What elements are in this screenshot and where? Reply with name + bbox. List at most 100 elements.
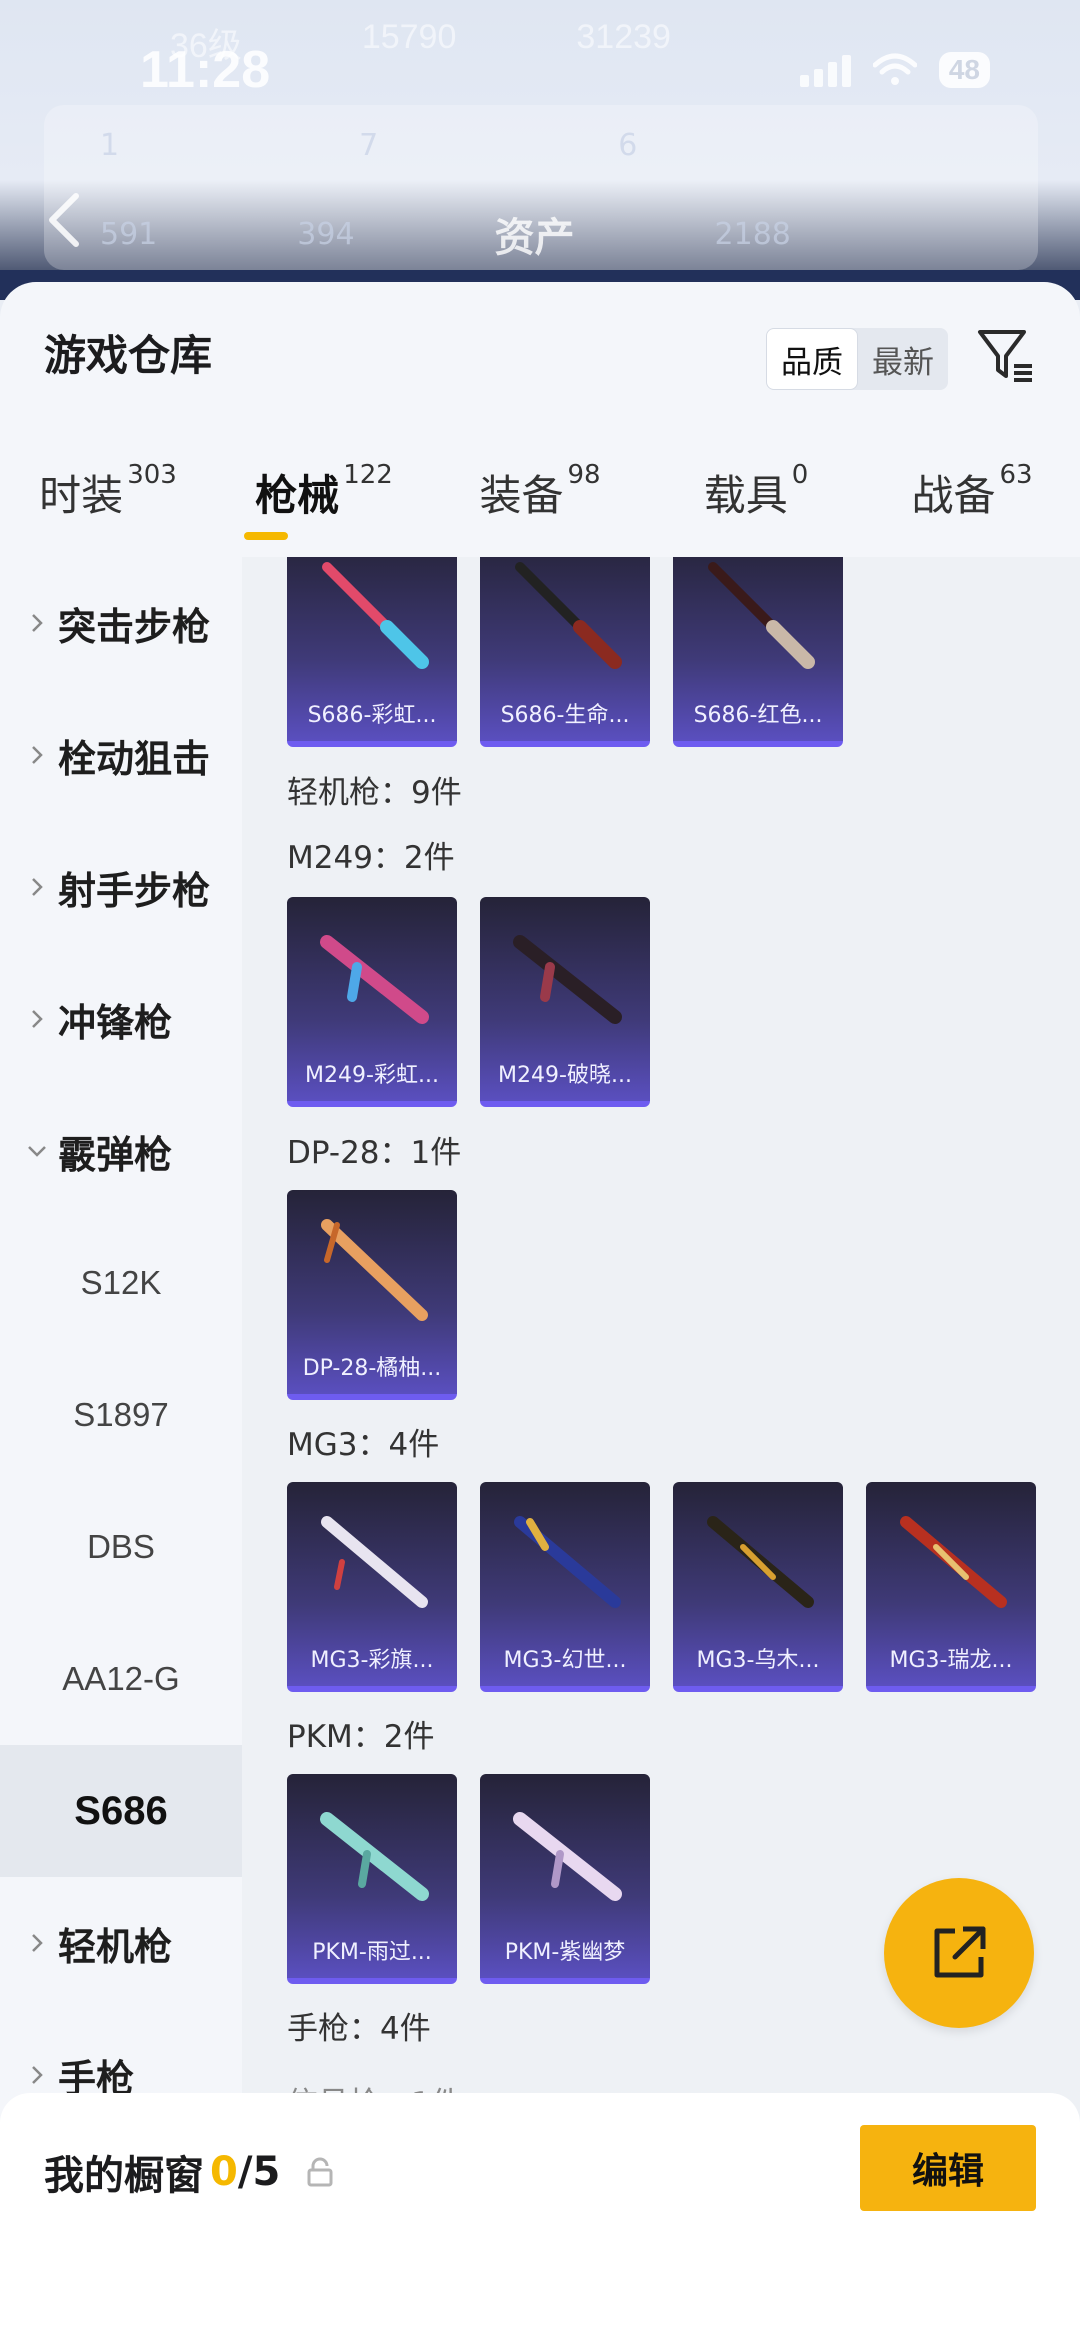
lmg-icon [320, 1812, 429, 1901]
chevron-right-icon [32, 614, 43, 632]
showcase-total: /5 [237, 2149, 281, 2195]
showcase-count: 0 [210, 2149, 238, 2195]
edit-button[interactable]: 编辑 [860, 2125, 1036, 2211]
sidebar-sub-s12k[interactable]: S12K [0, 1217, 242, 1349]
item-card[interactable]: PKM-雨过... [287, 1774, 457, 1984]
item-card[interactable]: DP-28-橘柚... [287, 1190, 457, 1400]
warehouse-sheet: 游戏仓库 品质 最新 时装 303 枪械 122 装备 98 载具 0 战备 6… [0, 282, 1080, 2341]
item-card[interactable]: S686-生命... [480, 557, 650, 747]
tab-supplies[interactable]: 战备 63 [864, 452, 1080, 562]
sort-quality-button[interactable]: 品质 [766, 328, 858, 390]
rainbow-lmg-icon [320, 935, 429, 1024]
item-card[interactable]: MG3-乌木... [673, 1482, 843, 1692]
sidebar-sub-aa12g[interactable]: AA12-G [0, 1613, 242, 1745]
faded-stat: 2188 [714, 216, 791, 252]
item-name: PKM-雨过... [312, 1940, 432, 1965]
shotgun-icon [515, 562, 622, 669]
faded-stat: 7 [359, 128, 379, 163]
back-icon[interactable] [44, 190, 84, 250]
sidebar-item-label: 冲锋枪 [58, 1000, 173, 1045]
item-name: MG3-瑞龙... [889, 1648, 1013, 1673]
tab-label: 战备 [911, 471, 996, 520]
sidebar-item-lmg[interactable]: 轻机枪 [0, 1877, 242, 2009]
group-header-mg3: MG3：4件 [287, 1427, 440, 1463]
tab-label: 枪械 [255, 471, 340, 520]
item-name: MG3-幻世... [503, 1648, 627, 1673]
status-bar: 11:28 48 [0, 30, 1080, 110]
item-name: DP-28-橘柚... [302, 1356, 442, 1381]
category-tabs: 时装 303 枪械 122 装备 98 载具 0 战备 63 [0, 452, 1080, 562]
wifi-icon [872, 53, 917, 85]
item-card[interactable]: PKM-紫幽梦 [480, 1774, 650, 1984]
lmg-icon [513, 1812, 622, 1901]
item-name: S686-彩虹... [307, 703, 437, 728]
item-name: MG3-乌木... [696, 1648, 820, 1673]
sidebar-sub-dbs[interactable]: DBS [0, 1481, 242, 1613]
group-header-pkm: PKM：2件 [287, 1719, 435, 1755]
tab-guns[interactable]: 枪械 122 [216, 452, 432, 562]
group-header-m249: M249：2件 [287, 840, 455, 876]
item-card[interactable]: MG3-瑞龙... [866, 1482, 1036, 1692]
showcase-title: 我的橱窗 [44, 2153, 204, 2199]
sidebar-item-bolt-sniper[interactable]: 栓动狙击 [0, 689, 242, 821]
sidebar-item-label: 栓动狙击 [58, 736, 211, 781]
group-header-pistol: 手枪：4件 [287, 2011, 431, 2047]
lock-icon [307, 2157, 333, 2187]
sheet-title: 游戏仓库 [44, 330, 213, 380]
sidebar-item-label: 霰弹枪 [58, 1132, 173, 1177]
sidebar-item-label: 突击步枪 [58, 604, 211, 649]
tab-label: 载具 [703, 471, 788, 520]
sidebar-sub-s686[interactable]: S686 [0, 1745, 242, 1877]
sidebar-sub-s1897[interactable]: S1897 [0, 1349, 242, 1481]
faded-stat: 6 [618, 128, 638, 163]
sidebar-item-shotgun[interactable]: 霰弹枪 [0, 1085, 242, 1217]
sidebar-item-marksman-rifle[interactable]: 射手步枪 [0, 821, 242, 953]
chevron-right-icon [32, 2066, 43, 2084]
sort-latest-button[interactable]: 最新 [858, 328, 948, 390]
sidebar-item-assault-rifle[interactable]: 突击步枪 [0, 557, 242, 689]
tab-count: 63 [999, 460, 1033, 490]
active-tab-indicator [244, 532, 288, 540]
tab-count: 98 [567, 460, 601, 490]
item-name: M249-破晓... [498, 1063, 632, 1088]
filter-icon[interactable] [976, 326, 1036, 386]
tab-equipment[interactable]: 装备 98 [432, 452, 648, 562]
item-name: MG3-彩旗... [310, 1648, 434, 1673]
lmg-icon [514, 1516, 621, 1608]
item-grid: S686-彩虹... S686-生命... S686-红色... 轻机枪：9件 … [242, 557, 1080, 2341]
share-icon [934, 1926, 986, 1978]
sidebar-item-smg[interactable]: 冲锋枪 [0, 953, 242, 1085]
showcase-bar: 我的橱窗 0 /5 编辑 [0, 2093, 1080, 2341]
item-card[interactable]: M249-破晓... [480, 897, 650, 1107]
sort-toggle: 品质 最新 [766, 328, 948, 390]
item-name: M249-彩虹... [305, 1063, 439, 1088]
lmg-icon [513, 935, 622, 1024]
tab-label: 时装 [39, 471, 124, 520]
tab-fashion[interactable]: 时装 303 [0, 452, 216, 562]
lmg-icon [321, 1516, 428, 1608]
share-button[interactable] [884, 1878, 1034, 2028]
status-time: 11:28 [140, 41, 271, 99]
faded-row-1: 1 7 6 [100, 128, 637, 163]
tab-count: 0 [791, 460, 809, 490]
rainbow-shotgun-icon [322, 562, 429, 669]
item-card[interactable]: MG3-彩旗... [287, 1482, 457, 1692]
showcase-label: 我的橱窗 0 /5 [44, 2143, 334, 2201]
tab-count: 303 [127, 460, 177, 490]
faded-stat: 591 [100, 216, 158, 252]
sidebar-item-label: 轻机枪 [58, 1924, 173, 1969]
lmg-icon [707, 1516, 814, 1608]
shotgun-icon [708, 562, 815, 669]
item-card[interactable]: S686-彩虹... [287, 557, 457, 747]
tab-vehicles[interactable]: 载具 0 [648, 452, 864, 562]
faded-stat: 394 [297, 216, 355, 252]
battery-indicator: 48 [938, 52, 990, 88]
faded-title: 资产 [494, 215, 575, 261]
item-card[interactable]: M249-彩虹... [287, 897, 457, 1107]
group-header-dp28: DP-28：1件 [287, 1135, 462, 1171]
faded-stat: 1 [100, 128, 120, 163]
item-card[interactable]: S686-红色... [673, 557, 843, 747]
item-card[interactable]: MG3-幻世... [480, 1482, 650, 1692]
category-sidebar: 突击步枪 栓动狙击 射手步枪 冲锋枪 霰弹枪 S12K S1897 DBS AA… [0, 557, 242, 2341]
chevron-right-icon [32, 1010, 43, 1028]
